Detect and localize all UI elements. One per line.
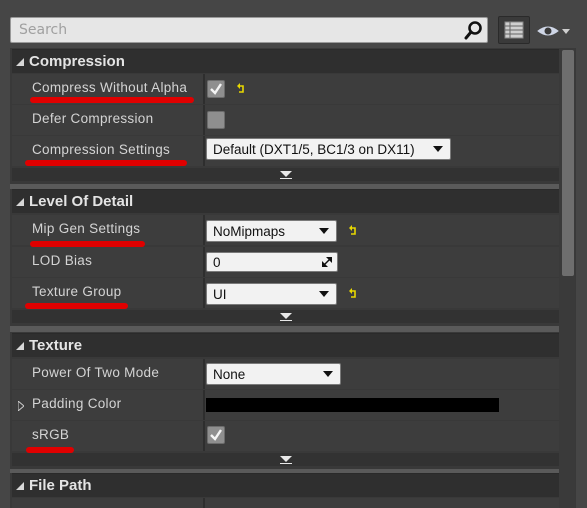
annotation-underline [25, 303, 128, 309]
chevron-down-icon [319, 228, 329, 234]
property-label: sRGB [32, 427, 70, 442]
collapse-arrow-icon[interactable] [16, 482, 25, 491]
chevron-down-icon [280, 171, 292, 177]
column-divider[interactable] [203, 136, 205, 166]
reset-to-default-icon[interactable] [348, 288, 358, 300]
collapse-arrow-icon[interactable] [16, 342, 25, 351]
texture-group-dropdown[interactable]: UI [206, 283, 337, 305]
column-divider[interactable] [203, 215, 205, 245]
search-icon[interactable] [463, 19, 485, 41]
reset-to-default-icon[interactable] [348, 225, 358, 237]
srgb-checkbox[interactable] [207, 426, 225, 444]
list-icon [504, 21, 524, 39]
chevron-down-icon [280, 313, 292, 319]
chevron-down-icon [433, 146, 443, 152]
category-texture[interactable]: Texture [12, 333, 559, 357]
mip-gen-settings-dropdown[interactable]: NoMipmaps [206, 220, 337, 242]
section-separator [10, 184, 559, 189]
section-separator [10, 326, 559, 332]
expander-bar [280, 463, 292, 464]
expander-bar [280, 178, 292, 179]
annotation-underline [25, 160, 187, 166]
defer-compression-checkbox[interactable] [207, 111, 225, 129]
category-title: Level Of Detail [29, 193, 134, 210]
category-title: Texture [29, 337, 83, 354]
chevron-down-icon [319, 291, 329, 297]
column-divider[interactable] [203, 74, 205, 104]
numeric-value: 0 [213, 255, 221, 270]
collapse-arrow-icon[interactable] [16, 198, 25, 207]
property-label: Compression Settings [32, 142, 171, 157]
resize-arrow-icon [322, 257, 332, 267]
view-options-button[interactable] [498, 16, 530, 44]
column-divider[interactable] [203, 247, 205, 277]
dropdown-value: NoMipmaps [213, 224, 286, 239]
property-label: Compress Without Alpha [32, 80, 188, 95]
dropdown-value: UI [213, 287, 227, 302]
property-label: Texture Group [32, 284, 122, 299]
dropdown-value: None [213, 367, 246, 382]
search-bar [10, 17, 488, 43]
search-input[interactable] [11, 18, 457, 42]
category-level-of-detail[interactable]: Level Of Detail [12, 189, 559, 213]
row-srgb: sRGB [12, 421, 559, 451]
advanced-expander[interactable] [12, 453, 559, 466]
annotation-underline [26, 447, 74, 453]
row-file-path [12, 498, 559, 508]
property-label: Mip Gen Settings [32, 221, 141, 236]
lod-bias-input[interactable]: 0 [206, 252, 338, 272]
category-title: Compression [29, 53, 125, 70]
scrollbar-thumb[interactable] [562, 50, 574, 276]
column-divider[interactable] [203, 105, 205, 135]
power-of-two-mode-dropdown[interactable]: None [206, 363, 341, 385]
advanced-expander[interactable] [12, 310, 559, 323]
column-divider[interactable] [203, 421, 205, 451]
annotation-underline [30, 241, 145, 247]
column-divider[interactable] [203, 278, 205, 308]
section-separator [10, 469, 559, 473]
category-title: File Path [29, 477, 92, 494]
column-divider[interactable] [203, 390, 205, 420]
property-label: Power Of Two Mode [32, 365, 160, 380]
property-label: Padding Color [32, 396, 122, 411]
column-divider[interactable] [203, 498, 205, 508]
advanced-expander[interactable] [12, 168, 559, 181]
expander-bar [280, 320, 292, 321]
collapse-arrow-icon[interactable] [16, 58, 25, 67]
expand-arrow-icon[interactable] [18, 401, 24, 411]
property-label: LOD Bias [32, 253, 93, 268]
row-defer-compression: Defer Compression [12, 105, 559, 135]
column-divider[interactable] [203, 359, 205, 389]
checkmark-icon [210, 83, 222, 95]
compress-without-alpha-checkbox[interactable] [207, 80, 225, 98]
category-file-path[interactable]: File Path [12, 473, 559, 497]
property-label: Defer Compression [32, 111, 154, 126]
details-panel: Compression Compress Without Alpha Defer… [0, 0, 587, 508]
compression-settings-dropdown[interactable]: Default (DXT1/5, BC1/3 on DX11) [206, 138, 451, 160]
category-compression[interactable]: Compression [12, 49, 559, 73]
chevron-down-icon [280, 456, 292, 462]
checkmark-icon [210, 429, 222, 441]
padding-color-swatch[interactable] [206, 398, 499, 412]
chevron-down-icon [323, 371, 333, 377]
annotation-underline [30, 97, 194, 103]
dropdown-value: Default (DXT1/5, BC1/3 on DX11) [213, 142, 415, 157]
reset-to-default-icon[interactable] [236, 83, 246, 95]
eye-icon[interactable] [536, 22, 574, 40]
